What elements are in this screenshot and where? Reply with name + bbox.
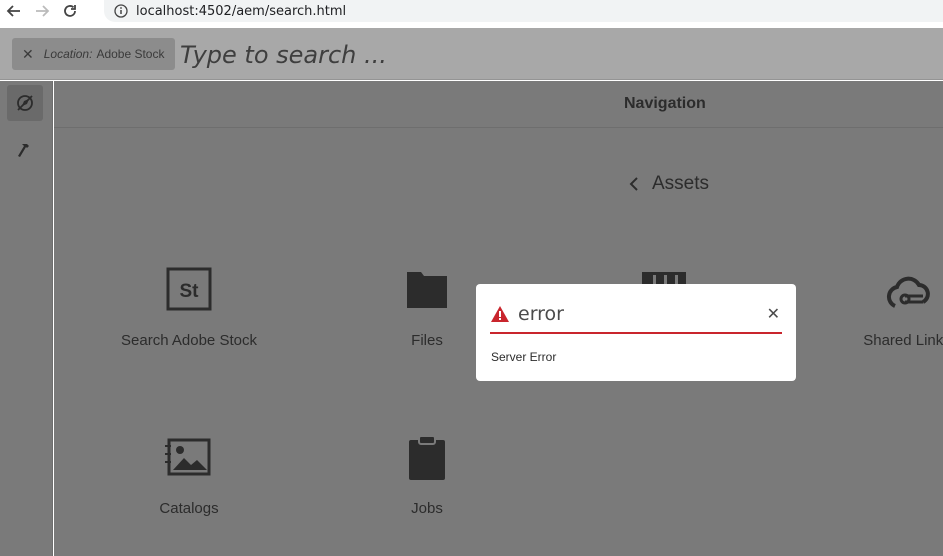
hammer-icon bbox=[18, 144, 29, 157]
tile-catalogs[interactable]: Catalogs bbox=[89, 434, 289, 517]
dialog-message: Server Error bbox=[491, 350, 557, 364]
compass-icon bbox=[17, 95, 33, 111]
tile-search-adobe-stock[interactable]: St Search Adobe Stock bbox=[89, 266, 289, 349]
back-arrow-icon[interactable] bbox=[0, 1, 28, 21]
adobe-stock-icon: St bbox=[165, 266, 213, 314]
folder-icon bbox=[403, 266, 451, 314]
left-rail bbox=[0, 81, 53, 556]
search-header: ✕ Location: Adobe Stock bbox=[0, 28, 943, 80]
catalog-icon bbox=[165, 434, 213, 482]
alert-icon bbox=[491, 306, 509, 322]
close-icon[interactable]: ✕ bbox=[767, 304, 780, 324]
url-text: localhost:4502/aem/search.html bbox=[136, 3, 347, 19]
tile-shared-links[interactable]: Shared Links bbox=[807, 266, 943, 349]
navigation-toggle-button[interactable] bbox=[7, 85, 43, 121]
browser-toolbar: localhost:4502/aem/search.html bbox=[0, 0, 943, 22]
forward-arrow-icon[interactable] bbox=[28, 1, 56, 21]
svg-text:St: St bbox=[180, 281, 200, 302]
back-to-assets-link[interactable]: Assets bbox=[628, 173, 709, 195]
location-filter-tag[interactable]: ✕ Location: Adobe Stock bbox=[12, 38, 176, 70]
tag-value: Adobe Stock bbox=[96, 47, 165, 61]
chevron-left-icon bbox=[629, 177, 638, 191]
cloud-link-icon bbox=[883, 266, 931, 314]
reload-icon[interactable] bbox=[56, 1, 84, 21]
clipboard-icon bbox=[403, 434, 451, 482]
navigation-title: Navigation bbox=[54, 81, 943, 128]
dialog-title: error bbox=[518, 303, 564, 325]
search-input[interactable] bbox=[180, 36, 920, 74]
remove-tag-icon[interactable]: ✕ bbox=[22, 46, 34, 63]
tag-key: Location: bbox=[43, 47, 93, 61]
dialog-header: error ✕ bbox=[490, 296, 782, 334]
address-bar[interactable]: localhost:4502/aem/search.html bbox=[104, 0, 943, 22]
tools-button[interactable] bbox=[7, 131, 43, 167]
tile-jobs[interactable]: Jobs bbox=[327, 434, 527, 517]
info-icon bbox=[114, 4, 128, 18]
error-dialog: error ✕ Server Error bbox=[476, 284, 796, 381]
